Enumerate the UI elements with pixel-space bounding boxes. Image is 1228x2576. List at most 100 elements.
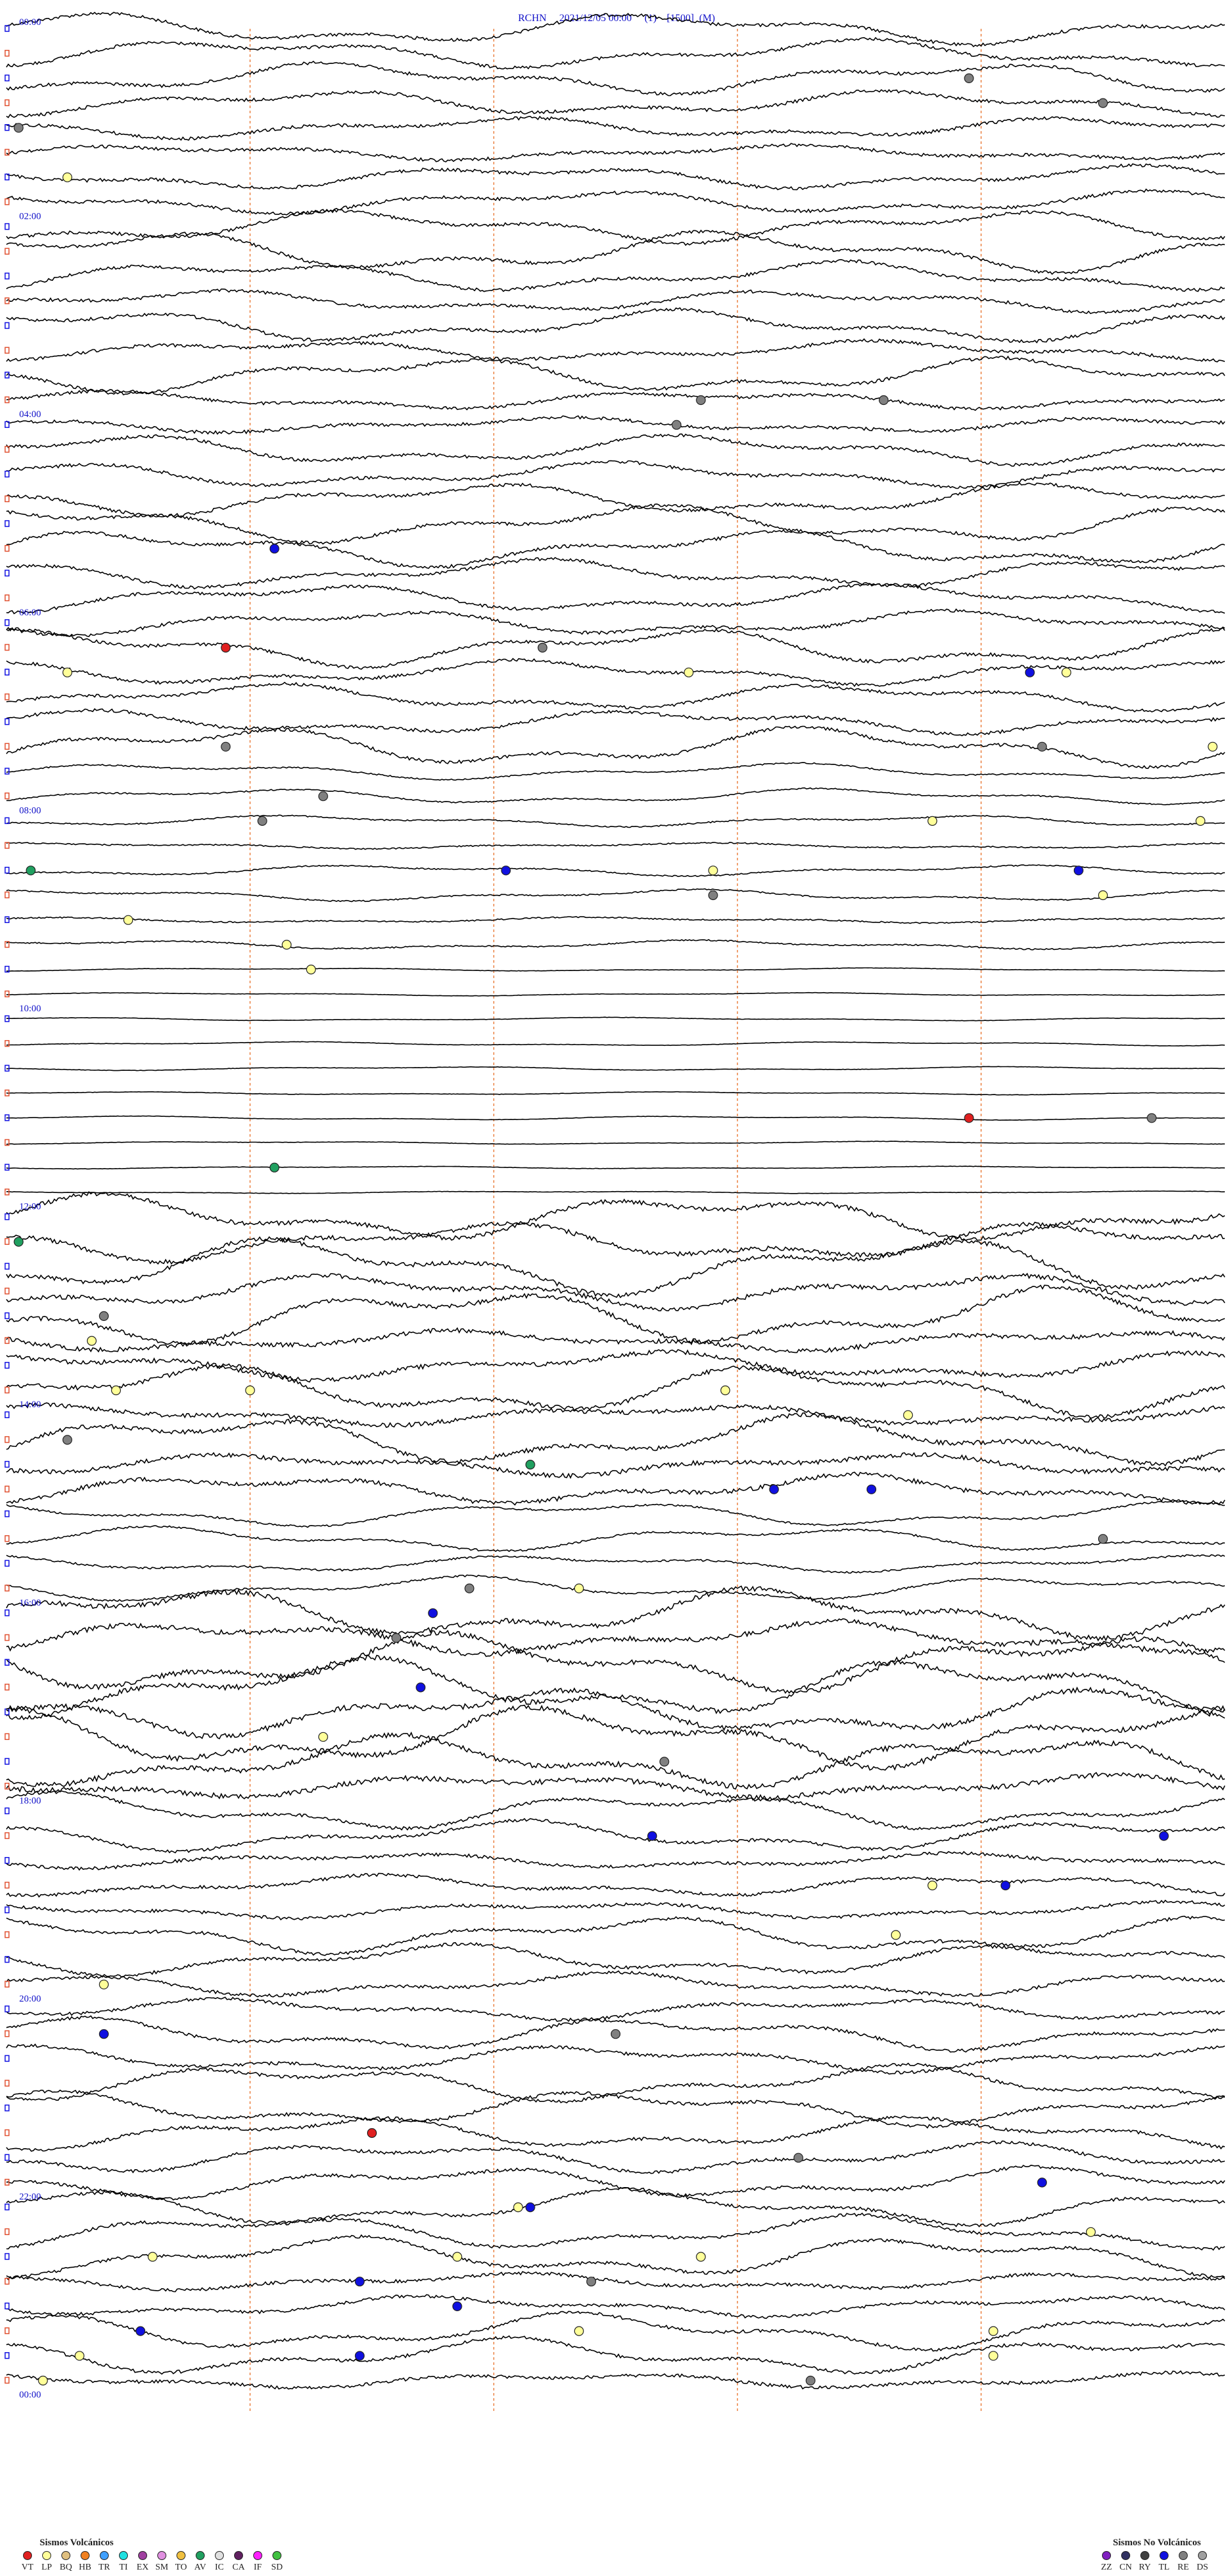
row-tick-24: [4, 619, 10, 626]
trace-row-89: [6, 2212, 1225, 2251]
trace-row-62: [6, 1554, 1225, 1574]
trace-row-59: [6, 1471, 1225, 1506]
event-marker-vt-30: [964, 1113, 974, 1123]
event-marker-av-32: [269, 1162, 279, 1173]
event-marker-tl-49: [416, 1682, 426, 1693]
trace-row-37: [6, 938, 1225, 951]
event-marker-lp-63: [513, 2202, 523, 2213]
row-tick-2: [4, 74, 10, 82]
non-volcanic-legend-label-tl: TL: [1158, 2563, 1170, 2572]
non-volcanic-legend-label-cn: CN: [1119, 2563, 1132, 2572]
volcanic-legend-dot-hb: [81, 2551, 90, 2560]
volcanic-legend-item-ca: CA: [229, 2551, 248, 2573]
event-marker-re-18: [257, 816, 267, 826]
row-tick-84: [4, 2105, 10, 2112]
volcanic-legend-label-sd: SD: [271, 2563, 283, 2572]
volcanic-legend-label-sm: SM: [155, 2563, 169, 2572]
row-tick-61: [4, 1535, 10, 1542]
trace-row-7: [6, 188, 1225, 216]
trace-row-20: [6, 503, 1225, 545]
trace-row-32: [6, 814, 1225, 828]
event-marker-lp-50: [318, 1732, 328, 1742]
volcanic-legend-label-ic: IC: [215, 2563, 224, 2572]
event-marker-re-40: [62, 1435, 72, 1445]
event-marker-lp-38: [720, 1385, 730, 1396]
trace-row-86: [6, 2140, 1225, 2174]
volcanic-legend-dot-tr: [100, 2551, 109, 2560]
event-marker-lp-20: [1195, 816, 1206, 826]
non-volcanic-legend-label-ry: RY: [1138, 2563, 1151, 2572]
event-marker-re-61: [793, 2153, 803, 2163]
event-marker-tl-72: [136, 2326, 146, 2336]
event-marker-tl-52: [647, 1831, 657, 1841]
row-tick-88: [4, 2203, 10, 2211]
trace-row-54: [6, 1348, 1225, 1383]
event-marker-re-48: [391, 1632, 402, 1643]
trace-row-64: [6, 1585, 1225, 1642]
event-marker-lp-75: [74, 2351, 84, 2361]
trace-row-83: [6, 2062, 1225, 2104]
row-tick-94: [4, 2352, 10, 2359]
trace-row-0: [6, 12, 1225, 47]
event-marker-lp-3: [62, 172, 72, 182]
row-tick-18: [4, 470, 10, 478]
trace-row-12: [6, 307, 1225, 344]
volcanic-legend-label-to: TO: [175, 2563, 187, 2572]
non-volcanic-legend-dot-ds: [1198, 2551, 1207, 2560]
volcanic-legend-item-sm: SM: [152, 2551, 171, 2573]
row-tick-90: [4, 2253, 10, 2260]
event-marker-tl-71: [452, 2301, 462, 2311]
trace-row-95: [6, 2370, 1225, 2390]
trace-row-27: [6, 681, 1225, 713]
row-tick-85: [4, 2129, 10, 2137]
row-tick-80: [4, 2005, 10, 2012]
trace-row-76: [6, 1899, 1225, 1921]
event-marker-re-5: [878, 395, 889, 406]
row-tick-54: [4, 1362, 10, 1369]
volcanic-legend-dot-ti: [119, 2551, 128, 2560]
trace-row-44: [6, 1115, 1225, 1121]
trace-row-91: [6, 2271, 1225, 2293]
volcanic-legend-label-ca: CA: [232, 2563, 245, 2572]
event-marker-lp-10: [62, 667, 72, 677]
time-label-7: 14:00: [19, 1400, 41, 1410]
event-marker-av-33: [13, 1237, 24, 1247]
event-marker-lp-77: [38, 2375, 48, 2386]
row-tick-19: [4, 495, 10, 503]
event-marker-lp-28: [281, 940, 292, 950]
non-volcanic-legend-dot-ry: [1140, 2551, 1149, 2560]
event-marker-lp-37: [111, 1385, 121, 1396]
row-tick-82: [4, 2055, 10, 2062]
trace-row-92: [6, 2294, 1225, 2319]
trace-row-70: [6, 1731, 1225, 1790]
volcanic-legend-item-if: IF: [248, 2551, 267, 2573]
event-marker-lp-35: [86, 1336, 97, 1346]
trace-row-1: [6, 36, 1225, 70]
event-marker-lp-57: [98, 1979, 109, 1989]
row-tick-30: [4, 768, 10, 775]
row-tick-28: [4, 718, 10, 725]
volcanic-legend-item-tr: TR: [95, 2551, 114, 2573]
trace-row-94: [6, 2335, 1225, 2375]
event-marker-re-9: [537, 642, 547, 653]
volcanic-legend-dot-if: [253, 2551, 262, 2560]
event-marker-re-31: [1147, 1113, 1157, 1123]
non-volcanic-legend-item-ry: RY: [1135, 2551, 1154, 2573]
trace-row-16: [6, 415, 1225, 435]
event-marker-vt-8: [221, 642, 231, 653]
event-marker-lp-26: [1098, 890, 1108, 901]
non-volcanic-legend-item-re: RE: [1174, 2551, 1193, 2573]
row-tick-46: [4, 1164, 10, 1171]
row-tick-7: [4, 198, 10, 205]
event-marker-lp-29: [306, 964, 316, 975]
non-volcanic-legend-item-cn: CN: [1116, 2551, 1135, 2573]
volcanic-legend-label-hb: HB: [79, 2563, 91, 2572]
event-marker-lp-65: [1085, 2227, 1096, 2237]
row-tick-13: [4, 347, 10, 354]
non-volcanic-legend: ZZ CN RY TL RE DS: [1097, 2551, 1212, 2573]
volcanic-legend-item-lp: LP: [37, 2551, 56, 2573]
volcanic-legend-dot-sm: [157, 2551, 166, 2560]
row-tick-58: [4, 1460, 10, 1468]
helicorder-plot: 00:00 02:00 04:00 06:00 08:00 10:00 12:00 14:00…: [4, 12, 1225, 2412]
volcanic-legend-dot-vt: [23, 2551, 32, 2560]
